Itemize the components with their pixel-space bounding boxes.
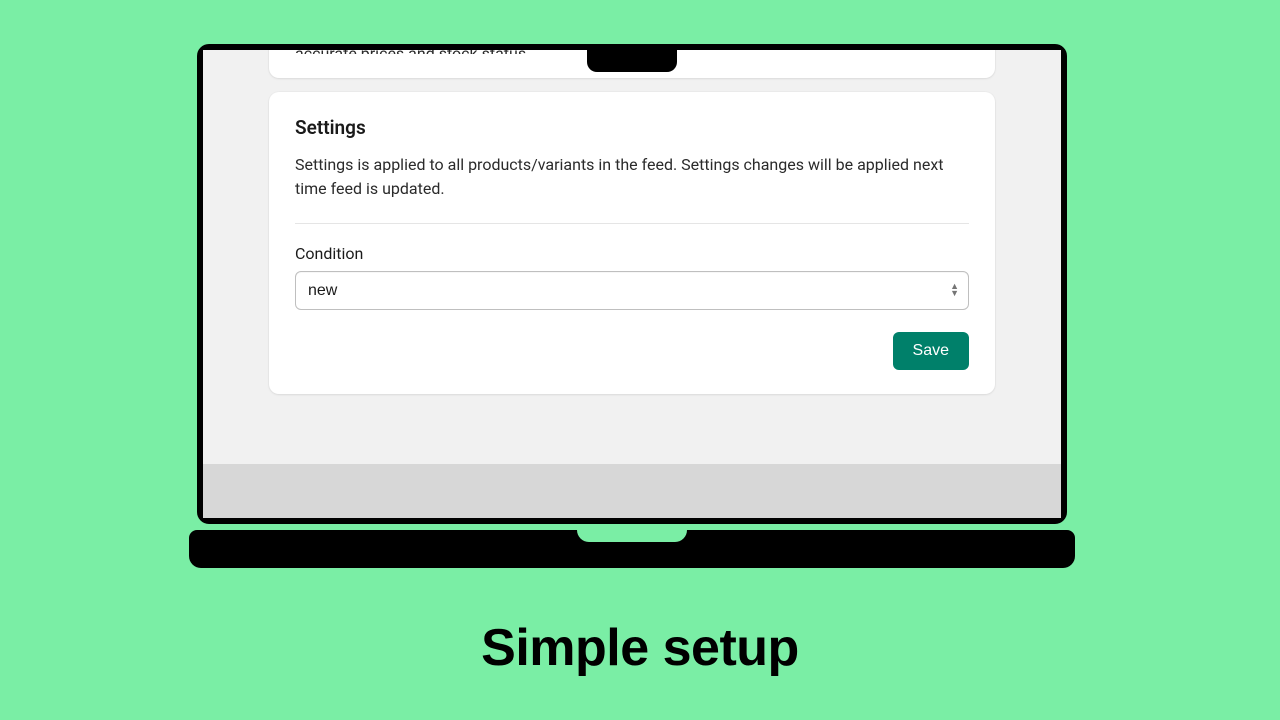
divider: [295, 223, 969, 224]
actions-row: Save: [295, 332, 969, 370]
laptop-viewport: accurate prices and stock status. Settin…: [203, 50, 1061, 518]
condition-select-wrap: new ▲▼: [295, 271, 969, 310]
condition-select[interactable]: new: [295, 271, 969, 310]
laptop-frame: accurate prices and stock status. Settin…: [197, 44, 1067, 524]
page-footer-bar: [203, 464, 1061, 518]
save-button[interactable]: Save: [893, 332, 969, 370]
condition-label: Condition: [295, 244, 969, 263]
settings-card-title: Settings: [295, 116, 969, 139]
marketing-headline: Simple setup: [0, 618, 1280, 678]
settings-card: Settings Settings is applied to all prod…: [269, 92, 995, 394]
laptop-base-cutout: [577, 530, 687, 542]
laptop-notch: [587, 48, 677, 72]
settings-card-description: Settings is applied to all products/vari…: [295, 153, 969, 201]
laptop-base: [189, 530, 1075, 568]
app-page: accurate prices and stock status. Settin…: [203, 50, 1061, 518]
